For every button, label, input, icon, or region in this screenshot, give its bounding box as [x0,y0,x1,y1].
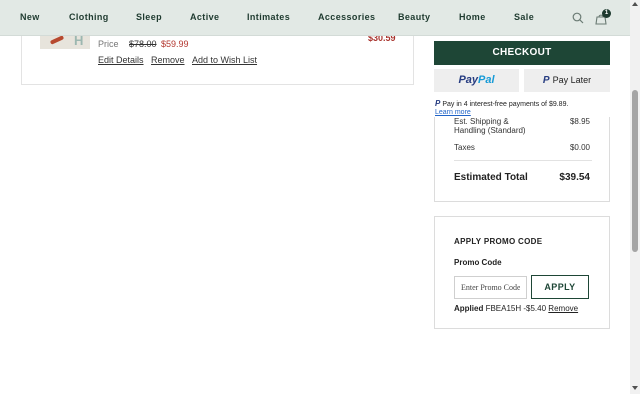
shipping-label: Est. Shipping & Handling (Standard) [454,117,526,135]
paypal-logo-pal: Pal [478,74,495,86]
taxes-value: $0.00 [569,143,590,152]
nav-item-sale[interactable]: Sale [514,12,534,22]
order-summary: Est. Shipping & Handling (Standard) $8.9… [434,117,610,202]
sale-price: $59.99 [161,39,189,49]
applied-promo-row: Applied FBEA15H -$5.40 Remove [454,304,578,313]
top-nav: New Clothing Sleep Active Intimates Acce… [0,0,630,36]
paypal-icon: P [435,99,441,108]
nav-item-home[interactable]: Home [459,12,486,22]
price-label: Price [98,39,119,49]
nav-item-active[interactable]: Active [190,12,219,22]
installment-text: Pay in 4 interest-free payments of $9.89… [442,101,569,108]
search-icon[interactable] [572,11,584,29]
nav-item-sleep[interactable]: Sleep [136,12,162,22]
nav-item-intimates[interactable]: Intimates [247,12,290,22]
remove-promo-link[interactable]: Remove [548,304,578,313]
product-image-detail [49,35,65,45]
apply-promo-button[interactable]: APPLY [531,275,589,299]
applied-promo-code: FBEA15H -$5.40 [485,304,547,313]
edit-details-link[interactable]: Edit Details [98,55,144,65]
applied-label: Applied [454,304,484,313]
add-to-wishlist-link[interactable]: Add to Wish List [192,55,257,65]
shipping-value: $8.95 [569,117,590,126]
scrollbar-thumb[interactable] [632,90,638,252]
paypal-pay-later-button[interactable]: P Pay Later [524,69,610,92]
promo-code-label: Promo Code [454,258,502,267]
scroll-up-arrow-icon[interactable] [632,2,638,6]
paypal-button[interactable]: PayPal [434,69,519,92]
product-thumbnail[interactable]: H [40,34,90,49]
pay-later-label: Pay Later [552,75,592,85]
scroll-down-arrow-icon[interactable] [632,386,638,390]
promo-code-input[interactable] [454,276,527,299]
nav-item-clothing[interactable]: Clothing [69,12,109,22]
summary-divider [454,160,592,161]
checkout-button[interactable]: CHECKOUT [434,41,610,65]
paypal-installment-message: P Pay in 4 interest-free payments of $9.8… [435,99,568,108]
nav-item-beauty[interactable]: Beauty [398,12,430,22]
estimated-total-label: Estimated Total [454,172,528,183]
paypal-icon: P [542,75,550,86]
estimated-total-value: $39.54 [559,172,590,183]
remove-item-link[interactable]: Remove [151,55,185,65]
taxes-label: Taxes [454,143,475,152]
cart-count-badge: 1 [602,9,611,18]
promo-code-panel: APPLY PROMO CODE Promo Code APPLY Applie… [434,216,610,329]
product-image-letter: H [74,34,84,48]
promo-title: APPLY PROMO CODE [454,237,543,246]
original-price: $78.00 [129,39,157,49]
cart-page: New Clothing Sleep Active Intimates Acce… [0,0,640,394]
learn-more-link[interactable]: Learn more [435,109,471,116]
nav-item-accessories[interactable]: Accessories [318,12,375,22]
paypal-logo-pay: Pay [458,74,479,86]
nav-item-new[interactable]: New [20,12,40,22]
page-scrollbar[interactable] [630,0,640,394]
